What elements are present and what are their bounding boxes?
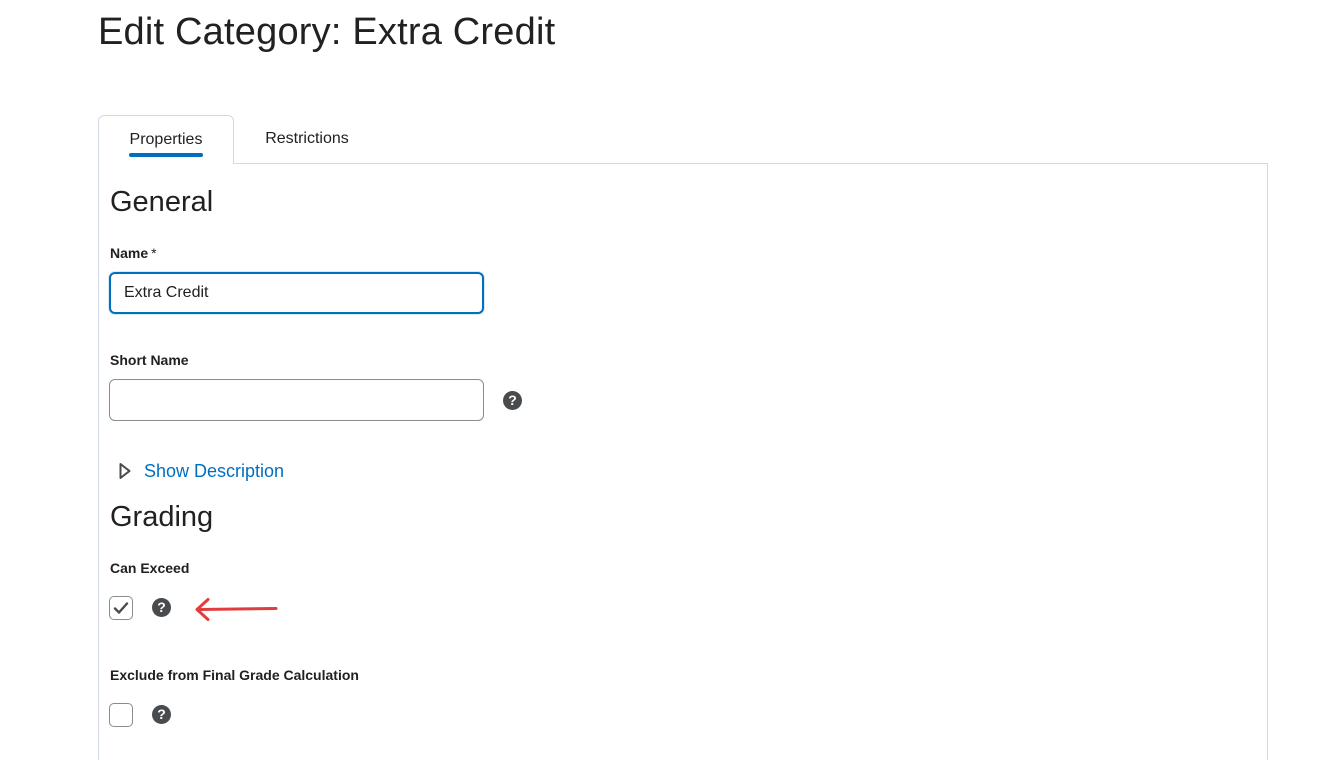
edit-category-page: Edit Category: Extra Credit Properties R… (0, 0, 1336, 760)
page-title: Edit Category: Extra Credit (98, 11, 556, 53)
tab-label: Restrictions (265, 130, 349, 147)
show-description-link: Show Description (144, 460, 285, 481)
can-exceed-label: Can Exceed (110, 560, 190, 576)
short-name-help-icon[interactable]: ? (503, 391, 522, 410)
can-exceed-help-icon[interactable]: ? (152, 598, 171, 617)
exclude-help-icon[interactable]: ? (152, 705, 171, 724)
name-label-text: Name (110, 245, 149, 261)
short-name-input[interactable] (109, 379, 484, 421)
tab-label: Properties (129, 131, 203, 148)
required-marker: * (151, 245, 157, 261)
short-name-label: Short Name (110, 352, 189, 368)
checkmark-icon (113, 602, 129, 614)
triangle-right-icon (119, 463, 131, 479)
tab-restrictions[interactable]: Restrictions (234, 115, 380, 164)
general-heading: General (110, 186, 214, 218)
tab-selected-indicator (129, 153, 203, 157)
left-arrow-icon (195, 598, 278, 621)
can-exceed-checkbox[interactable] (109, 596, 133, 620)
name-input[interactable] (109, 272, 484, 314)
tab-properties[interactable]: Properties (98, 115, 234, 164)
show-description-toggle[interactable]: Show Description (118, 458, 284, 484)
grading-heading: Grading (110, 501, 214, 533)
name-label: Name * (110, 245, 157, 261)
exclude-checkbox[interactable] (109, 703, 133, 727)
exclude-label: Exclude from Final Grade Calculation (110, 667, 359, 683)
